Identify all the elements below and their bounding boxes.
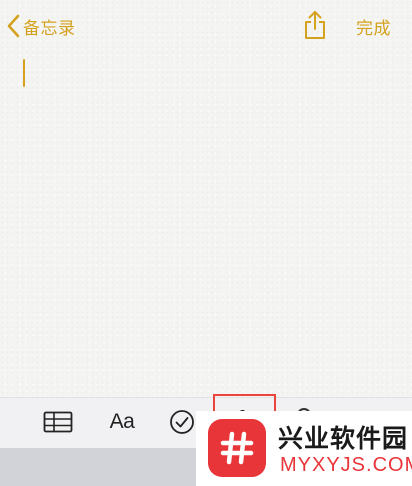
watermark-subtitle: MYXYJS.COM <box>280 454 412 476</box>
text-cursor <box>23 59 25 87</box>
checklist-button[interactable] <box>168 408 196 436</box>
chevron-left-icon <box>7 14 20 38</box>
nav-bar: 备忘录 完成 <box>0 0 412 52</box>
table-icon <box>43 411 73 433</box>
back-button[interactable]: 备忘录 <box>7 12 76 40</box>
format-button[interactable]: Aa <box>105 408 139 436</box>
back-label: 备忘录 <box>23 18 76 39</box>
checklist-icon <box>170 410 194 434</box>
format-icon: Aa <box>109 410 135 433</box>
share-button[interactable] <box>303 10 327 40</box>
watermark-title: 兴业软件园 <box>278 424 409 453</box>
watermark-logo-icon <box>208 419 266 477</box>
watermark: 兴业软件园 MYXYJS.COM <box>196 411 412 486</box>
done-button[interactable]: 完成 <box>356 14 391 39</box>
table-button[interactable] <box>43 408 73 436</box>
note-editor[interactable] <box>0 0 412 397</box>
share-icon <box>305 11 325 39</box>
